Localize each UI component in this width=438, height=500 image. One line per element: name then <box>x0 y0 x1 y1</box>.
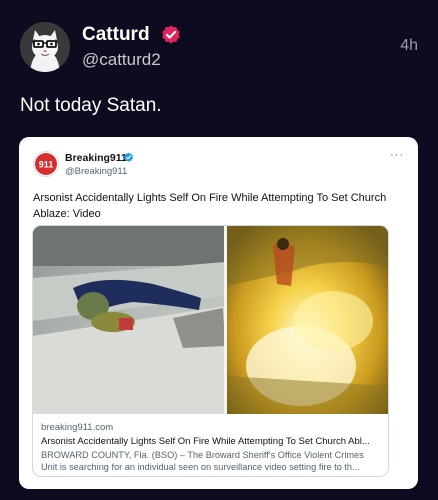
quote-verified-badge-icon <box>124 152 133 162</box>
quoted-tweet-card[interactable]: 911 Breaking911 @Breaking911 ··· Arsonis… <box>19 137 418 489</box>
link-preview-image <box>33 226 388 414</box>
post-text: Not today Satan. <box>20 95 162 116</box>
link-title[interactable]: Arsonist Accidentally Lights Self On Fir… <box>41 436 381 447</box>
more-options-icon[interactable]: ··· <box>390 149 404 161</box>
author-handle[interactable]: @catturd2 <box>82 50 161 70</box>
quote-author-handle[interactable]: @Breaking911 <box>65 166 127 177</box>
surveillance-video-thumbnail <box>33 226 388 414</box>
quote-text: Arsonist Accidentally Lights Self On Fir… <box>33 192 387 220</box>
verified-badge-icon <box>162 25 180 44</box>
author-avatar[interactable] <box>20 22 70 72</box>
svg-text:911: 911 <box>39 160 54 170</box>
quote-author-name[interactable]: Breaking911 <box>65 152 127 164</box>
post-timestamp[interactable]: 4h <box>400 37 418 55</box>
cat-avatar-image <box>20 22 70 72</box>
link-preview-card[interactable]: breaking911.com Arsonist Accidentally Li… <box>32 225 389 477</box>
link-description: BROWARD COUNTY, Fla. (BSO) – The Broward… <box>41 450 364 472</box>
breaking911-logo-icon: 911 <box>34 152 58 176</box>
author-name[interactable]: Catturd <box>82 24 150 46</box>
link-domain: breaking911.com <box>41 422 114 433</box>
quote-author-avatar[interactable]: 911 <box>33 151 59 177</box>
